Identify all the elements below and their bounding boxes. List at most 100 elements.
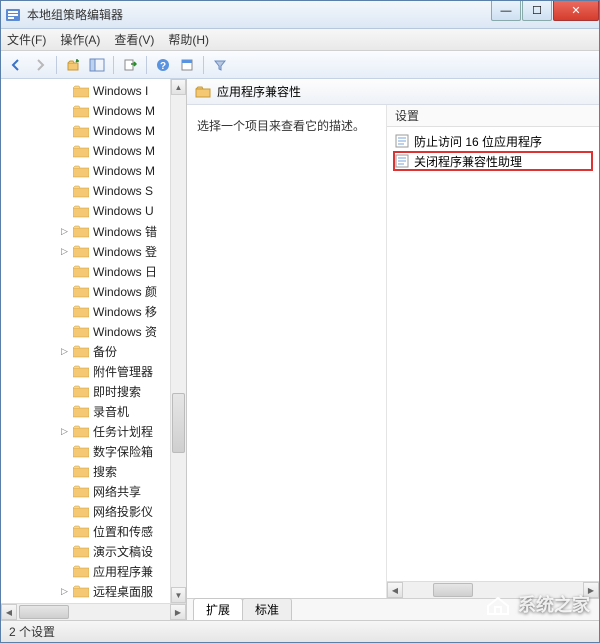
scroll-thumb[interactable] (433, 583, 473, 597)
expand-icon[interactable] (59, 406, 70, 417)
scroll-up-button[interactable]: ▲ (171, 79, 186, 95)
tree-item[interactable]: 搜索 (7, 461, 170, 481)
tree-item[interactable]: ▷备份 (7, 341, 170, 361)
show-hide-tree-button[interactable] (86, 54, 108, 76)
expand-icon[interactable] (59, 166, 70, 177)
up-button[interactable] (62, 54, 84, 76)
setting-icon (395, 134, 409, 148)
tree-item[interactable]: ▷ 远程桌面服 (7, 581, 170, 601)
tree-item[interactable]: 网络投影仪 (7, 501, 170, 521)
tree-item[interactable]: ▷ 任务计划程 (7, 421, 170, 441)
expand-icon[interactable] (59, 186, 70, 197)
settings-horizontal-scrollbar[interactable]: ◀ ▶ (387, 581, 599, 598)
menu-view[interactable]: 查看(V) (114, 31, 154, 48)
filter-button[interactable] (209, 54, 231, 76)
setting-item[interactable]: 关闭程序兼容性助理 (393, 151, 593, 171)
status-text: 2 个设置 (9, 623, 55, 640)
help-button[interactable]: ? (152, 54, 174, 76)
expand-icon[interactable] (59, 86, 70, 97)
expand-icon[interactable] (59, 306, 70, 317)
expand-icon[interactable] (59, 366, 70, 377)
tree-item[interactable]: Windows M (7, 101, 170, 121)
tree-item-label: Windows M (93, 164, 155, 178)
scroll-right-button[interactable]: ▶ (170, 604, 186, 620)
tree-vertical-scrollbar[interactable]: ▲ ▼ (170, 79, 186, 603)
expand-icon[interactable] (59, 126, 70, 137)
tree-item[interactable]: 即时搜索 (7, 381, 170, 401)
expand-icon[interactable]: ▷ (59, 586, 70, 597)
tree-item-label: Windows M (93, 104, 155, 118)
expand-icon[interactable] (59, 566, 70, 577)
tree-item-label: Windows 资 (93, 323, 157, 340)
tree-item[interactable]: Windows U (7, 201, 170, 221)
tree-item[interactable]: Windows S (7, 181, 170, 201)
tree-item[interactable]: Windows 资 (7, 321, 170, 341)
tree-item[interactable]: 位置和传感 (7, 521, 170, 541)
menu-help[interactable]: 帮助(H) (168, 31, 209, 48)
forward-button[interactable] (29, 54, 51, 76)
tree-item-label: 任务计划程 (93, 423, 153, 440)
tree-item-label: 远程桌面服 (93, 583, 153, 600)
tree-item[interactable]: Windows 颜 (7, 281, 170, 301)
expand-icon[interactable] (59, 466, 70, 477)
tab-standard[interactable]: 标准 (242, 598, 292, 620)
expand-icon[interactable] (59, 266, 70, 277)
expand-icon[interactable] (59, 486, 70, 497)
tree-item[interactable]: 演示文稿设 (7, 541, 170, 561)
setting-item[interactable]: 防止访问 16 位应用程序 (393, 131, 593, 151)
menu-file[interactable]: 文件(F) (7, 31, 46, 48)
tree-item-label: Windows 移 (93, 303, 157, 320)
expand-icon[interactable] (59, 206, 70, 217)
window-root: 本地组策略编辑器 — ☐ ✕ 文件(F) 操作(A) 查看(V) 帮助(H) ?… (0, 0, 600, 643)
expand-icon[interactable] (59, 386, 70, 397)
scroll-left-button[interactable]: ◀ (1, 604, 17, 620)
scroll-track[interactable] (17, 604, 170, 620)
expand-icon[interactable] (59, 106, 70, 117)
expand-icon[interactable] (59, 446, 70, 457)
tree-item[interactable]: Windows I (7, 81, 170, 101)
tree-item[interactable]: Windows 移 (7, 301, 170, 321)
back-button[interactable] (5, 54, 27, 76)
settings-column-header[interactable]: 设置 (387, 105, 599, 127)
titlebar[interactable]: 本地组策略编辑器 — ☐ ✕ (1, 1, 599, 29)
tree-item[interactable]: 录音机 (7, 401, 170, 421)
close-button[interactable]: ✕ (553, 1, 599, 21)
expand-icon[interactable] (59, 546, 70, 557)
tab-extended[interactable]: 扩展 (193, 598, 243, 620)
minimize-button[interactable]: — (491, 1, 521, 21)
scroll-thumb[interactable] (19, 605, 69, 619)
menu-action[interactable]: 操作(A) (60, 31, 100, 48)
expand-icon[interactable] (59, 526, 70, 537)
expand-icon[interactable]: ▷ (59, 346, 70, 357)
tree-item[interactable]: Windows M (7, 121, 170, 141)
app-icon (5, 7, 21, 23)
tree-item[interactable]: 网络共享 (7, 481, 170, 501)
scroll-track[interactable] (403, 582, 583, 598)
export-list-button[interactable] (119, 54, 141, 76)
right-pane: 应用程序兼容性 选择一个项目来查看它的描述。 设置 防止访问 16 位应用程序关… (187, 79, 599, 620)
scroll-down-button[interactable]: ▼ (171, 587, 186, 603)
tree-item[interactable]: Windows M (7, 161, 170, 181)
expand-icon[interactable] (59, 146, 70, 157)
expand-icon[interactable]: ▷ (59, 426, 70, 437)
tree-horizontal-scrollbar[interactable]: ◀ ▶ (1, 604, 186, 620)
expand-icon[interactable] (59, 286, 70, 297)
scroll-right-button[interactable]: ▶ (583, 582, 599, 598)
scroll-left-button[interactable]: ◀ (387, 582, 403, 598)
tree-item[interactable]: 数字保险箱 (7, 441, 170, 461)
expand-icon[interactable]: ▷ (59, 226, 70, 237)
expand-icon[interactable] (59, 506, 70, 517)
tree-list: Windows IWindows MWindows MWindows MWind… (1, 79, 170, 603)
expand-icon[interactable] (59, 326, 70, 337)
statusbar: 2 个设置 (1, 620, 599, 642)
expand-icon[interactable]: ▷ (59, 246, 70, 257)
properties-button[interactable] (176, 54, 198, 76)
tree-item[interactable]: 应用程序兼 (7, 561, 170, 581)
tree-item[interactable]: Windows M (7, 141, 170, 161)
maximize-button[interactable]: ☐ (522, 1, 552, 21)
tree-item[interactable]: 附件管理器 (7, 361, 170, 381)
tree-item[interactable]: ▷Windows 错 (7, 221, 170, 241)
tree-item[interactable]: Windows 日 (7, 261, 170, 281)
scroll-thumb[interactable] (172, 393, 185, 453)
tree-item[interactable]: ▷Windows 登 (7, 241, 170, 261)
